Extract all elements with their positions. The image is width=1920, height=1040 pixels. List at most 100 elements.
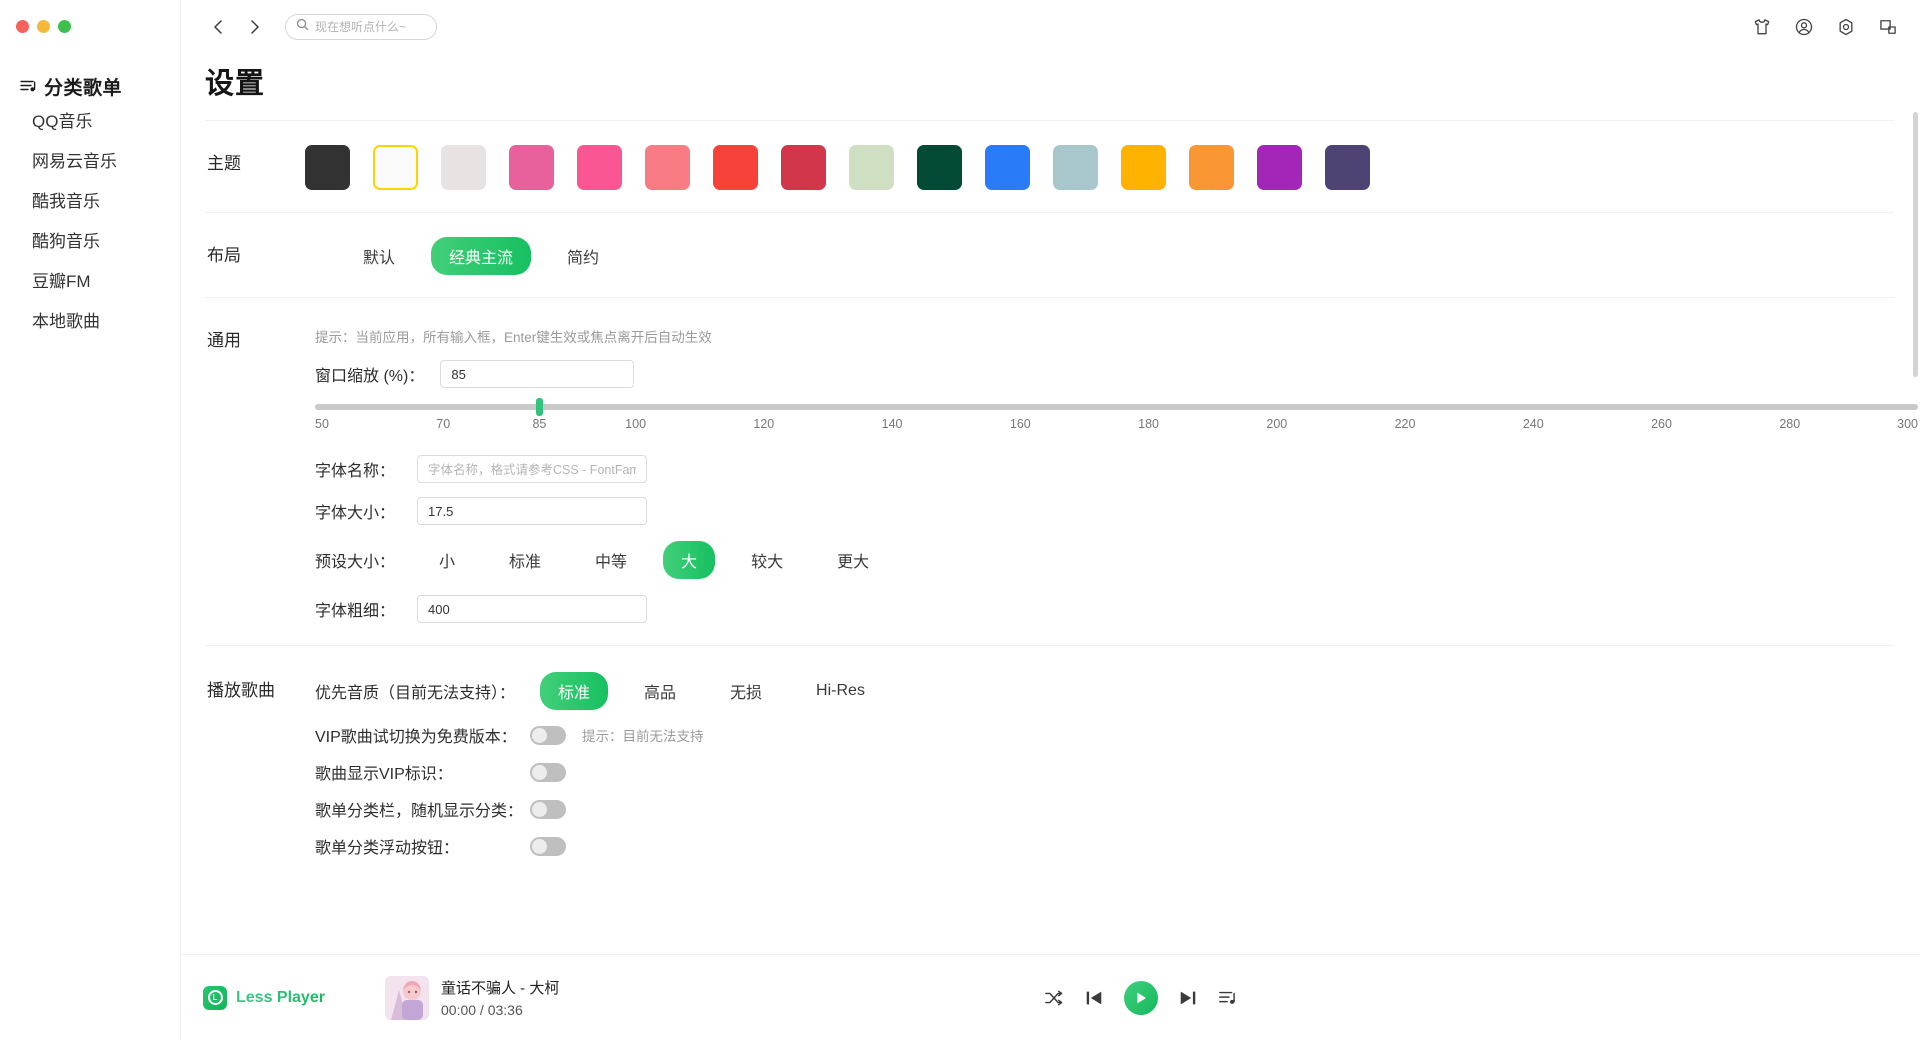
- layout-option-1[interactable]: 经典主流: [431, 237, 532, 275]
- general-section-label: 通用: [207, 331, 241, 350]
- preset-size-option-2[interactable]: 中等: [577, 541, 645, 579]
- window-scale-slider[interactable]: [315, 398, 1918, 416]
- font-size-input[interactable]: [417, 497, 647, 525]
- theme-swatch-6[interactable]: [713, 145, 758, 190]
- playback-toggle-switch-1[interactable]: [530, 762, 566, 782]
- playback-toggle-row-3: 歌单分类浮动按钮：: [305, 821, 1894, 858]
- theme-swatch-0[interactable]: [305, 145, 350, 190]
- theme-swatch-3[interactable]: [509, 145, 554, 190]
- window-mode-icon[interactable]: [1878, 17, 1898, 37]
- quality-option-3[interactable]: Hi-Res: [798, 675, 883, 707]
- sidebar-item-local-songs[interactable]: 本地歌曲: [0, 302, 180, 342]
- minimize-window-button[interactable]: [37, 19, 50, 33]
- window-scale-input[interactable]: [440, 360, 635, 388]
- close-window-button[interactable]: [16, 19, 29, 33]
- play-icon[interactable]: [1124, 980, 1158, 1015]
- playback-toggle-row-1: 歌曲显示VIP标识：: [305, 747, 1894, 784]
- theme-swatch-2[interactable]: [441, 145, 486, 190]
- playlist-icon[interactable]: [1218, 988, 1238, 1008]
- quality-row: 优先音质（目前无法支持）： 标准 高品 无损 Hi-Res: [305, 670, 1894, 710]
- search-input[interactable]: [315, 20, 425, 34]
- playback-toggle-switch-2[interactable]: [530, 799, 566, 819]
- theme-swatch-12[interactable]: [1121, 145, 1166, 190]
- theme-swatch-10[interactable]: [985, 145, 1030, 190]
- general-hint: 提示：当前应用，所有输入框，Enter键生效或焦点离开后自动生效: [315, 330, 712, 345]
- maximize-window-button[interactable]: [58, 19, 71, 33]
- content-scrollbar[interactable]: [1913, 112, 1918, 377]
- window-scale-label: 窗口缩放 (%)：: [315, 368, 425, 385]
- theme-swatch-4[interactable]: [577, 145, 622, 190]
- shuffle-icon[interactable]: [1044, 988, 1064, 1008]
- forward-button[interactable]: [243, 16, 265, 38]
- quality-option-2[interactable]: 无损: [712, 672, 780, 710]
- sidebar-item-qq-music[interactable]: QQ音乐: [0, 102, 180, 142]
- search-icon: [296, 18, 309, 36]
- theme-swatch-13[interactable]: [1189, 145, 1234, 190]
- playback-toggle-label-2: 歌单分类栏，随机显示分类：: [315, 803, 524, 820]
- sidebar-header-label: 分类歌单: [44, 77, 123, 99]
- playback-toggle-row-0: VIP歌曲试切换为免费版本： 提示：目前无法支持: [305, 710, 1894, 747]
- theme-swatch-9[interactable]: [917, 145, 962, 190]
- playback-toggle-hint-0: 提示：目前无法支持: [582, 729, 704, 744]
- preset-size-row: 预设大小： 小标准 中等大较大 更大: [305, 525, 1918, 579]
- search-box[interactable]: [285, 14, 437, 40]
- slider-tick-180: 180: [1138, 417, 1159, 431]
- theme-swatch-5[interactable]: [645, 145, 690, 190]
- slider-tick-100: 100: [625, 417, 647, 431]
- playback-section-label: 播放歌曲: [207, 681, 275, 700]
- sidebar: 分类歌单 QQ音乐 网易云音乐 酷我音乐 酷狗音乐 豆瓣FM 本地歌曲: [0, 0, 180, 1040]
- playback-toggle-label-1: 歌曲显示VIP标识：: [315, 766, 453, 783]
- slider-tick-85: 85: [532, 417, 547, 431]
- window-traffic-lights: [0, 0, 180, 38]
- user-account-icon[interactable]: [1794, 17, 1814, 37]
- theme-swatch-15[interactable]: [1325, 145, 1370, 190]
- next-icon[interactable]: [1178, 988, 1198, 1008]
- sidebar-item-netease-music[interactable]: 网易云音乐: [0, 142, 180, 182]
- font-weight-input[interactable]: [417, 595, 647, 623]
- font-weight-row: 字体粗细：: [305, 579, 1918, 623]
- theme-swatch-7[interactable]: [781, 145, 826, 190]
- previous-icon[interactable]: [1084, 988, 1104, 1008]
- preset-size-option-1[interactable]: 标准: [491, 541, 559, 579]
- tshirt-icon[interactable]: [1752, 17, 1772, 37]
- font-family-row: 字体名称：: [305, 441, 1918, 483]
- playback-toggle-label-0: VIP歌曲试切换为免费版本：: [315, 729, 517, 746]
- quality-option-0[interactable]: 标准: [540, 672, 609, 710]
- preset-size-option-5[interactable]: 更大: [819, 541, 887, 579]
- preset-size-option-0[interactable]: 小: [421, 541, 473, 579]
- sidebar-item-douban-fm[interactable]: 豆瓣FM: [0, 262, 180, 302]
- playback-toggle-list: VIP歌曲试切换为免费版本： 提示：目前无法支持歌曲显示VIP标识： 歌单分类栏，随…: [305, 710, 1894, 858]
- window-scale-tick-labels: 50 70 85 100 120 140 160 180 200 220 240 260 280 300: [315, 417, 1918, 441]
- slider-tick-220: 220: [1394, 417, 1416, 431]
- sidebar-item-kuwo-music[interactable]: 酷我音乐: [0, 182, 180, 222]
- preset-size-option-4[interactable]: 较大: [733, 541, 801, 579]
- album-cover[interactable]: [385, 975, 429, 1020]
- settings-icon[interactable]: [1836, 17, 1856, 37]
- theme-swatch-14[interactable]: [1257, 145, 1302, 190]
- layout-option-2[interactable]: 简约: [549, 237, 617, 275]
- app-brand: L Less Player: [181, 985, 361, 1010]
- theme-swatch-11[interactable]: [1053, 145, 1098, 190]
- playlist-category-icon: [20, 79, 37, 93]
- logo-letter: L: [207, 990, 223, 1005]
- back-button[interactable]: [207, 16, 229, 38]
- quality-option-1[interactable]: 高品: [626, 672, 694, 710]
- playback-toggle-switch-3[interactable]: [530, 836, 566, 856]
- preset-size-option-3[interactable]: 大: [663, 541, 716, 579]
- slider-tick-300: 300: [1897, 417, 1918, 431]
- slider-tick-70: 70: [436, 417, 451, 431]
- slider-tick-140: 140: [881, 417, 903, 431]
- layout-option-group: 默认 经典主流 简约: [305, 235, 1894, 275]
- layout-option-0[interactable]: 默认: [345, 237, 413, 275]
- theme-swatch-1[interactable]: [373, 145, 418, 190]
- preset-size-label: 预设大小：: [315, 554, 396, 571]
- track-title: 童话不骗人 - 大柯: [441, 980, 560, 997]
- slider-tick-120: 120: [753, 417, 775, 431]
- sidebar-item-kugou-music[interactable]: 酷狗音乐: [0, 222, 180, 262]
- theme-swatch-8[interactable]: [849, 145, 894, 190]
- playback-toggle-switch-0[interactable]: [530, 725, 566, 745]
- font-size-row: 字体大小：: [305, 483, 1918, 525]
- layout-section-label: 布局: [207, 246, 241, 265]
- font-family-input[interactable]: [417, 455, 647, 483]
- window-scale-slider-thumb[interactable]: [536, 398, 544, 416]
